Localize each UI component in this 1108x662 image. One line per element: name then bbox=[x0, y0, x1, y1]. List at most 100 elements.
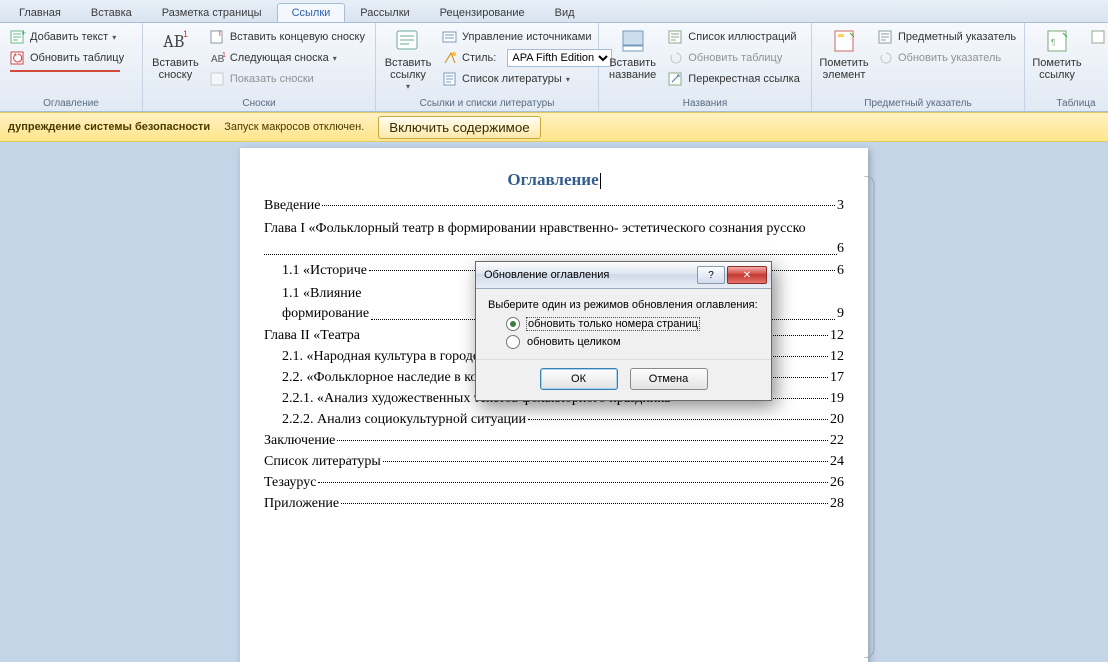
citation-icon bbox=[394, 27, 422, 55]
crossref-label: Перекрестная ссылка bbox=[688, 73, 800, 85]
toc-entry[interactable]: 2.2.2. Анализ социокультурной ситуации20 bbox=[264, 412, 844, 428]
next-note-label: Следующая сноска bbox=[230, 52, 329, 64]
radio-label: обновить целиком bbox=[526, 336, 622, 348]
group-label-citations: Ссылки и списки литературы bbox=[382, 96, 592, 111]
update-toc-dialog: Обновление оглавления ? ✕ Выберите один … bbox=[475, 261, 772, 401]
dialog-prompt: Выберите один из режимов обновления огла… bbox=[488, 299, 759, 311]
tab-view[interactable]: Вид bbox=[540, 3, 590, 22]
insert-footnote-button[interactable]: AB1 Вставить сноску bbox=[149, 25, 202, 83]
insert-endnote-button[interactable]: i Вставить концевую сноску bbox=[206, 27, 369, 47]
insert-citation-button[interactable]: Вставить ссылку ▾ bbox=[382, 25, 434, 94]
tab-insert[interactable]: Вставка bbox=[76, 3, 147, 22]
radio-label: обновить только номера страниц bbox=[526, 317, 700, 331]
show-notes-button[interactable]: Показать сноски bbox=[206, 69, 369, 89]
update-index-button[interactable]: Обновить указатель bbox=[874, 48, 1020, 68]
svg-text:AB: AB bbox=[163, 31, 184, 52]
footnote-icon: AB1 bbox=[161, 27, 189, 55]
tab-mailings[interactable]: Рассылки bbox=[345, 3, 424, 22]
mark-entry-icon bbox=[830, 27, 858, 55]
update-icon bbox=[668, 50, 684, 66]
group-label-captions: Названия bbox=[605, 96, 805, 111]
radio-icon bbox=[506, 335, 520, 349]
insert-citation-label: Вставить ссылку bbox=[385, 57, 432, 81]
toc-entry[interactable]: Тезаурус26 bbox=[264, 475, 844, 491]
list-of-figures-button[interactable]: Список иллюстраций bbox=[664, 27, 804, 47]
crossref-icon bbox=[668, 71, 684, 87]
tab-references[interactable]: Ссылки bbox=[277, 3, 346, 22]
insert-footnote-label: Вставить сноску bbox=[152, 57, 199, 81]
add-text-label: Добавить текст bbox=[30, 31, 108, 43]
style-label: Стиль: bbox=[462, 52, 496, 64]
group-label-ta: Таблица bbox=[1031, 96, 1108, 111]
table-of-authorities-button[interactable]: Та bbox=[1087, 27, 1108, 47]
svg-text:i: i bbox=[219, 29, 221, 38]
svg-text:1: 1 bbox=[222, 52, 226, 59]
citation-style-select[interactable]: APA Fifth Edition bbox=[507, 49, 612, 67]
mark-citation-button[interactable]: ¶ Пометить ссылку bbox=[1031, 25, 1083, 83]
show-notes-label: Показать сноски bbox=[230, 73, 314, 85]
group-label-toc: Оглавление bbox=[6, 96, 136, 111]
bibliography-button[interactable]: Список литературы ▾ bbox=[438, 69, 616, 89]
toc-bracket-decor bbox=[862, 176, 876, 658]
document-area: Оглавление Введение3 Глава I «Фольклорны… bbox=[0, 142, 1108, 662]
radio-update-entire[interactable]: обновить целиком bbox=[506, 335, 759, 349]
update-table-button[interactable]: Обновить таблицу bbox=[6, 48, 128, 68]
insert-caption-label: Вставить название bbox=[609, 57, 656, 81]
chevron-down-icon: ▾ bbox=[406, 83, 410, 92]
ribbon: + Добавить текст▾ Обновить таблицу Оглав… bbox=[0, 23, 1108, 112]
cross-reference-button[interactable]: Перекрестная ссылка bbox=[664, 69, 804, 89]
text-cursor bbox=[600, 173, 601, 189]
svg-text:+: + bbox=[21, 29, 26, 38]
toc-title: Оглавление bbox=[264, 170, 844, 190]
mark-entry-label: Пометить элемент bbox=[819, 57, 868, 81]
tab-review[interactable]: Рецензирование bbox=[425, 3, 540, 22]
manage-sources-button[interactable]: Управление источниками bbox=[438, 27, 616, 47]
svg-text:1: 1 bbox=[183, 29, 188, 39]
update-index-label: Обновить указатель bbox=[898, 52, 1001, 64]
show-notes-icon bbox=[210, 71, 226, 87]
endnote-label: Вставить концевую сноску bbox=[230, 31, 365, 43]
dialog-ok-button[interactable]: ОК bbox=[540, 368, 618, 390]
tab-layout[interactable]: Разметка страницы bbox=[147, 3, 277, 22]
radio-update-pages[interactable]: обновить только номера страниц bbox=[506, 317, 759, 331]
biblio-icon bbox=[442, 71, 458, 87]
update-table-icon bbox=[10, 50, 26, 66]
mark-entry-button[interactable]: Пометить элемент bbox=[818, 25, 870, 83]
ribbon-tabs: Главная Вставка Разметка страницы Ссылки… bbox=[0, 0, 1108, 23]
toc-entry[interactable]: Список литературы24 bbox=[264, 454, 844, 470]
index-icon bbox=[878, 29, 894, 45]
add-text-icon: + bbox=[10, 29, 26, 45]
security-warning-bar: дупреждение системы безопасности Запуск … bbox=[0, 112, 1108, 142]
insert-caption-button[interactable]: Вставить название bbox=[605, 25, 660, 83]
dialog-titlebar[interactable]: Обновление оглавления ? ✕ bbox=[476, 262, 771, 289]
toc-entry[interactable]: Глава I «Фольклорный театр в формировани… bbox=[264, 219, 844, 258]
citation-style-row[interactable]: Стиль: APA Fifth Edition bbox=[438, 48, 616, 68]
chevron-down-icon: ▾ bbox=[333, 54, 337, 63]
add-text-button[interactable]: + Добавить текст▾ bbox=[6, 27, 128, 47]
next-footnote-button[interactable]: AB1 Следующая сноска ▾ bbox=[206, 48, 369, 68]
tab-home[interactable]: Главная bbox=[4, 3, 76, 22]
svg-text:¶: ¶ bbox=[1051, 38, 1055, 47]
next-note-icon: AB1 bbox=[210, 50, 226, 66]
document-page[interactable]: Оглавление Введение3 Глава I «Фольклорны… bbox=[240, 148, 868, 662]
update-captions-button[interactable]: Обновить таблицу bbox=[664, 48, 804, 68]
toc-entry[interactable]: Заключение22 bbox=[264, 433, 844, 449]
update-cap-label: Обновить таблицу bbox=[688, 52, 782, 64]
mark-citation-icon: ¶ bbox=[1043, 27, 1071, 55]
enable-content-button[interactable]: Включить содержимое bbox=[378, 116, 540, 139]
endnote-icon: i bbox=[210, 29, 226, 45]
dialog-close-button[interactable]: ✕ bbox=[727, 266, 767, 284]
radio-icon bbox=[506, 317, 520, 331]
toc-entry[interactable]: Приложение28 bbox=[264, 496, 844, 512]
toc-entry[interactable]: Введение3 bbox=[264, 198, 844, 214]
dialog-help-button[interactable]: ? bbox=[697, 266, 725, 284]
manage-label: Управление источниками bbox=[462, 31, 591, 43]
manage-icon bbox=[442, 29, 458, 45]
caption-icon bbox=[619, 27, 647, 55]
mark-citation-label: Пометить ссылку bbox=[1032, 57, 1081, 81]
biblio-label: Список литературы bbox=[462, 73, 562, 85]
insert-index-button[interactable]: Предметный указатель bbox=[874, 27, 1020, 47]
chevron-down-icon: ▾ bbox=[566, 75, 570, 84]
illus-list-icon bbox=[668, 29, 684, 45]
dialog-cancel-button[interactable]: Отмена bbox=[630, 368, 708, 390]
